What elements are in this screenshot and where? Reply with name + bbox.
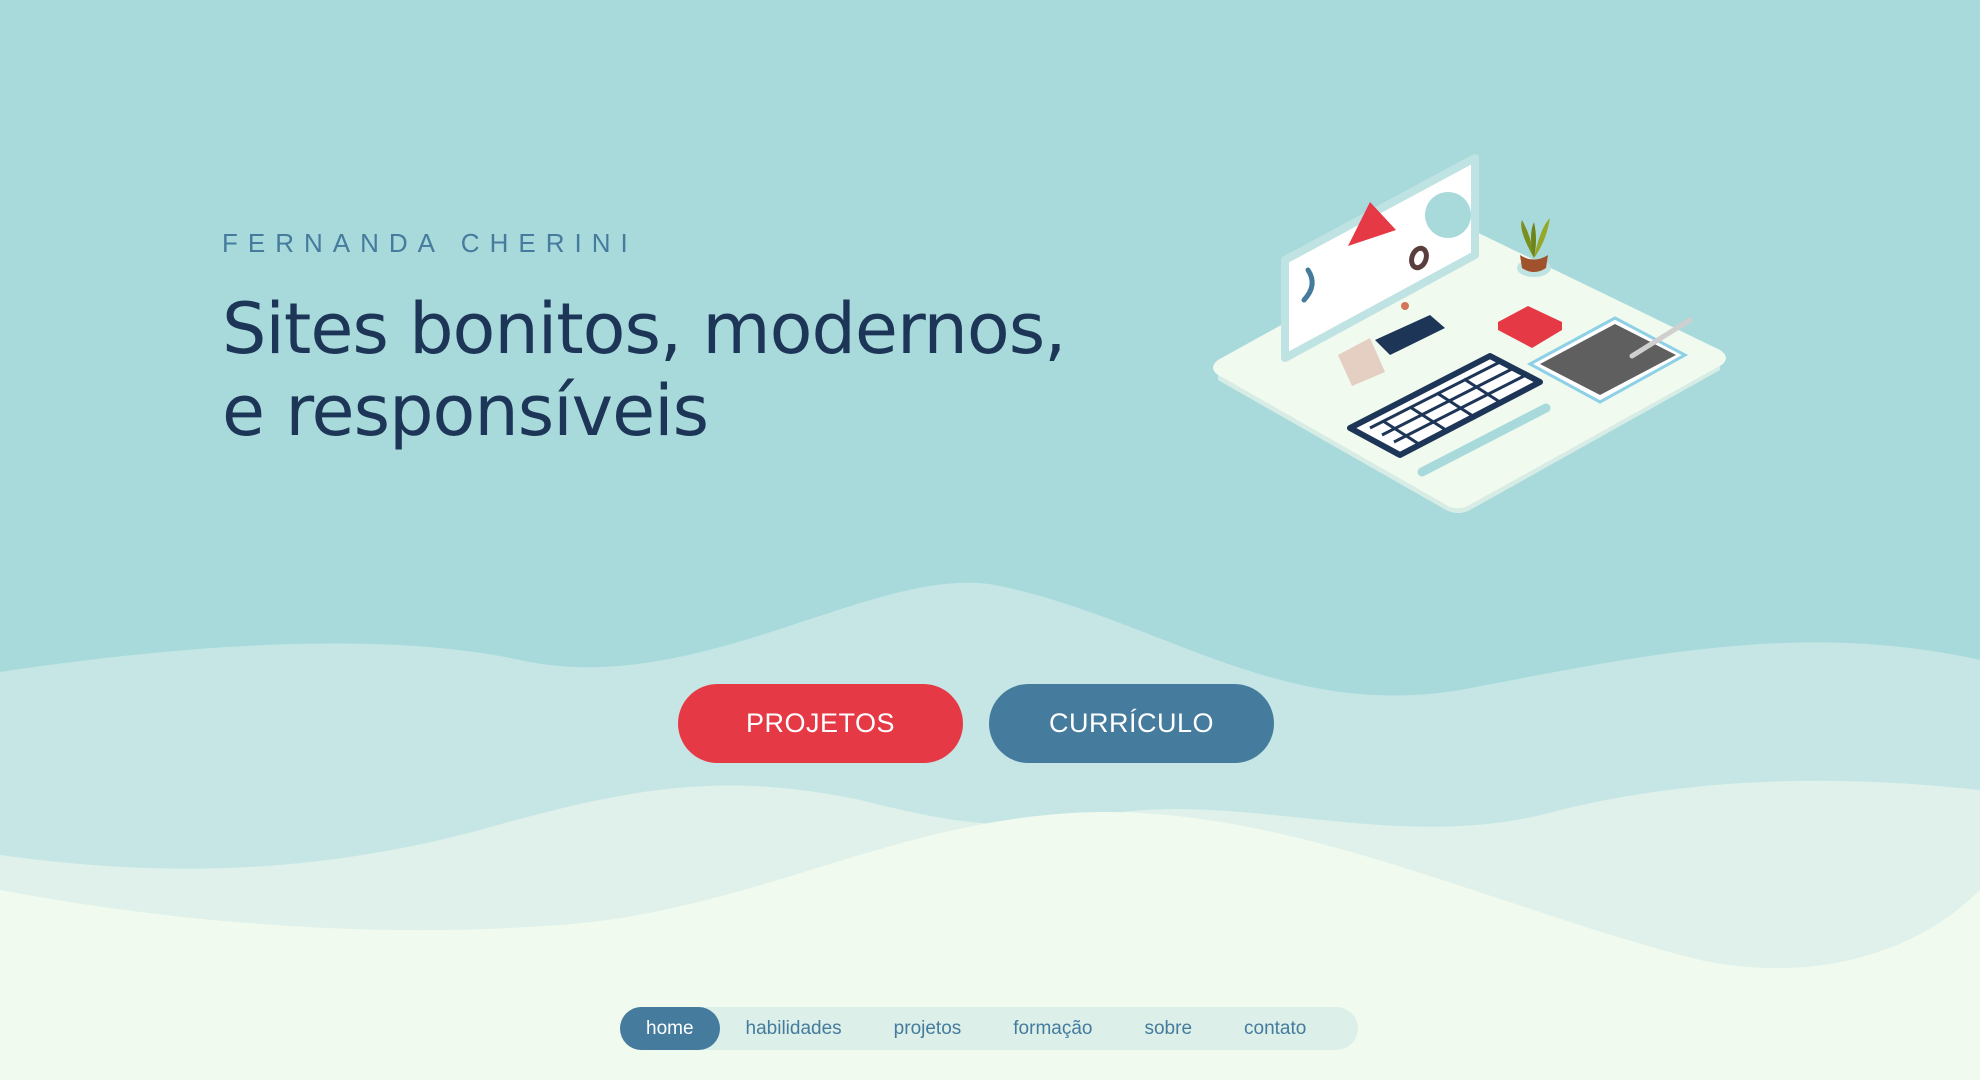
headline-line-1: Sites bonitos, modernos, bbox=[222, 288, 1066, 370]
page-headline: Sites bonitos, modernos, e responsíveis bbox=[222, 288, 1122, 452]
headline-line-2: e responsíveis bbox=[222, 370, 709, 452]
plant-icon bbox=[1517, 218, 1551, 277]
bottom-navigation: home habilidades projetos formação sobre… bbox=[620, 1007, 1359, 1050]
nav-item-sobre[interactable]: sobre bbox=[1118, 1007, 1218, 1050]
hero-section: FERNANDA CHERINI Sites bonitos, modernos… bbox=[222, 226, 1122, 452]
projects-button[interactable]: PROJETOS bbox=[678, 684, 963, 763]
nav-item-projetos[interactable]: projetos bbox=[868, 1007, 988, 1050]
nav-item-habilidades[interactable]: habilidades bbox=[720, 1007, 868, 1050]
resume-button[interactable]: CURRÍCULO bbox=[989, 684, 1274, 763]
nav-item-formacao[interactable]: formação bbox=[987, 1007, 1118, 1050]
author-name: FERNANDA CHERINI bbox=[222, 228, 638, 258]
nav-item-contato[interactable]: contato bbox=[1218, 1007, 1332, 1050]
workspace-illustration bbox=[1213, 154, 1726, 513]
nav-item-home[interactable]: home bbox=[620, 1007, 720, 1050]
